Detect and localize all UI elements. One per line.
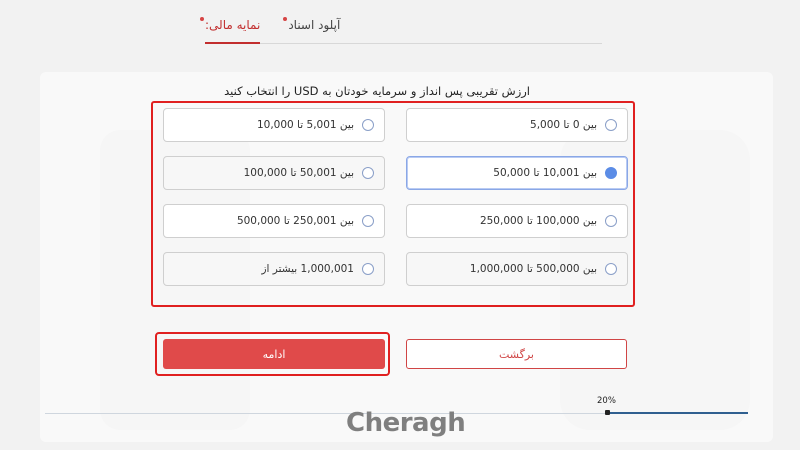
option-label: بین 100,000 تا 250,000 [479,215,597,227]
option-more-than-1000001[interactable]: 1,000,001 بیشتر از [163,252,385,286]
option-50001-100000[interactable]: بین 50,001 تا 100,000 [163,156,385,190]
radio-icon[interactable] [605,215,617,227]
option-100000-250000[interactable]: بین 100,000 تا 250,000 [406,204,628,238]
option-label: بین 500,000 تا 1,000,000 [469,263,597,275]
cheragh-logo: Cheragh [346,408,466,438]
step-tabs: نمایه مالی: آپلود اسناد [200,8,602,44]
required-dot-icon [200,16,204,21]
radio-icon[interactable] [605,119,617,131]
radio-icon[interactable] [605,263,617,275]
question-text: ارزش تقریبی پس انداز و سرمایه خودتان به … [224,84,530,98]
tab-upload-documents[interactable]: آپلود اسناد [283,8,341,44]
option-250001-500000[interactable]: بین 250,001 تا 500,000 [163,204,385,238]
option-label: بین 250,001 تا 500,000 [236,215,354,227]
progress-label: 20% [597,396,616,406]
tab-financial-profile[interactable]: نمایه مالی: [200,8,261,44]
progress-marker [605,410,610,415]
required-dot-icon [283,16,288,21]
tab-label: آپلود اسناد [288,17,341,32]
option-label: بین 5,001 تا 10,000 [256,119,354,131]
continue-button[interactable]: ادامه [163,339,385,369]
option-500000-1000000[interactable]: بین 500,000 تا 1,000,000 [406,252,628,286]
radio-icon[interactable] [362,167,374,179]
option-label: بین 10,001 تا 50,000 [493,167,597,179]
option-5001-10000[interactable]: بین 5,001 تا 10,000 [163,108,385,142]
radio-selected-icon[interactable] [605,167,617,179]
radio-icon[interactable] [362,215,374,227]
option-label: 1,000,001 بیشتر از [261,263,354,275]
radio-icon[interactable] [362,119,374,131]
option-label: بین 50,001 تا 100,000 [243,167,354,179]
back-button[interactable]: برگشت [406,339,627,369]
progress-fill [607,412,748,414]
tab-label: نمایه مالی [209,17,261,32]
option-0-5000[interactable]: بین 0 تا 5,000 [406,108,628,142]
option-10001-50000[interactable]: بین 10,001 تا 50,000 [406,156,628,190]
radio-icon[interactable] [362,263,374,275]
option-label: بین 0 تا 5,000 [530,119,597,131]
